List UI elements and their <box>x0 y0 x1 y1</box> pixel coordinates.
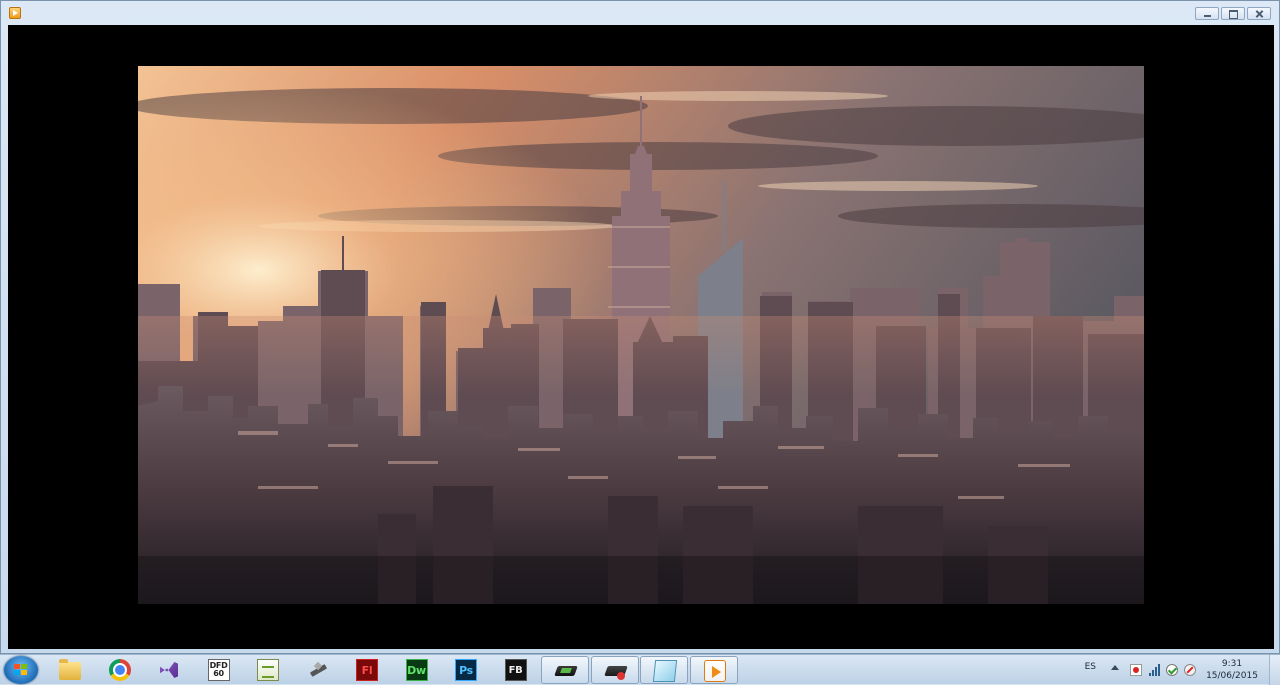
minimize-button[interactable] <box>1195 7 1219 20</box>
network-signal-icon[interactable] <box>1148 664 1160 676</box>
media-player-window <box>0 0 1280 654</box>
system-tray: ES 9:31 15/06/2015 <box>1060 655 1280 685</box>
dreamweaver-icon: Dw <box>405 659 428 681</box>
security-alert-icon[interactable] <box>1130 664 1142 676</box>
minimize-icon <box>1196 8 1218 19</box>
taskbar-item-explorer[interactable] <box>46 656 94 684</box>
taskbar-item-pen-tool[interactable] <box>294 656 342 684</box>
chrome-icon <box>108 659 131 681</box>
notepad-plus-icon <box>257 659 279 681</box>
pinned-apps: DFD 60 Fl Dw Ps FB <box>46 655 739 685</box>
clock-time: 9:31 <box>1221 659 1243 669</box>
window-controls <box>1195 7 1271 20</box>
photoshop-icon: Ps <box>455 659 477 681</box>
clock[interactable]: 9:31 15/06/2015 <box>1204 658 1260 682</box>
dfd-icon: DFD 60 <box>207 659 230 681</box>
volume-muted-icon[interactable] <box>1184 664 1196 676</box>
skyline-svg <box>138 66 1144 604</box>
title-bar[interactable] <box>1 1 1279 25</box>
file-explorer-icon <box>59 659 81 680</box>
flash-builder-icon: FB <box>504 659 527 681</box>
taskbar-item-flash-builder[interactable]: FB <box>492 656 540 684</box>
start-button[interactable] <box>4 656 38 684</box>
visual-studio-icon <box>158 659 180 681</box>
document-icon <box>652 660 678 682</box>
close-icon <box>1248 8 1270 19</box>
show-desktop-button[interactable] <box>1269 655 1280 685</box>
dfd-label-bottom: 60 <box>213 669 224 678</box>
taskbar-item-flash[interactable]: Fl <box>343 656 391 684</box>
taskbar: DFD 60 Fl Dw Ps FB ES 9:31 15/06/2015 <box>0 654 1280 685</box>
media-player-icon <box>703 660 726 682</box>
taskbar-item-media-player[interactable] <box>689 656 738 684</box>
show-hidden-icons-icon[interactable] <box>1111 665 1119 670</box>
media-player-icon[interactable] <box>9 7 21 19</box>
game-icon <box>555 660 577 682</box>
clock-date: 15/06/2015 <box>1206 671 1258 681</box>
game-icon-2 <box>605 660 627 682</box>
windows-start-icon <box>14 664 28 676</box>
taskbar-item-document[interactable] <box>640 656 688 684</box>
taskbar-item-notepad[interactable] <box>244 656 292 684</box>
close-button[interactable] <box>1247 7 1271 20</box>
pen-tool-icon <box>307 659 329 681</box>
taskbar-item-game[interactable] <box>541 656 589 684</box>
taskbar-item-dfd[interactable]: DFD 60 <box>195 656 243 684</box>
maximize-button[interactable] <box>1221 7 1245 20</box>
taskbar-item-visual-studio[interactable] <box>145 656 193 684</box>
taskbar-item-chrome[interactable] <box>96 656 144 684</box>
taskbar-item-photoshop[interactable]: Ps <box>442 656 490 684</box>
status-check-icon[interactable] <box>1166 664 1178 676</box>
flash-icon: Fl <box>356 659 378 681</box>
taskbar-item-dreamweaver[interactable]: Dw <box>393 656 441 684</box>
viewer-area[interactable] <box>8 25 1274 649</box>
language-indicator[interactable]: ES <box>1085 662 1096 672</box>
taskbar-item-game-2[interactable] <box>590 656 639 684</box>
city-skyline-photo <box>138 66 1144 604</box>
maximize-icon <box>1222 8 1244 19</box>
